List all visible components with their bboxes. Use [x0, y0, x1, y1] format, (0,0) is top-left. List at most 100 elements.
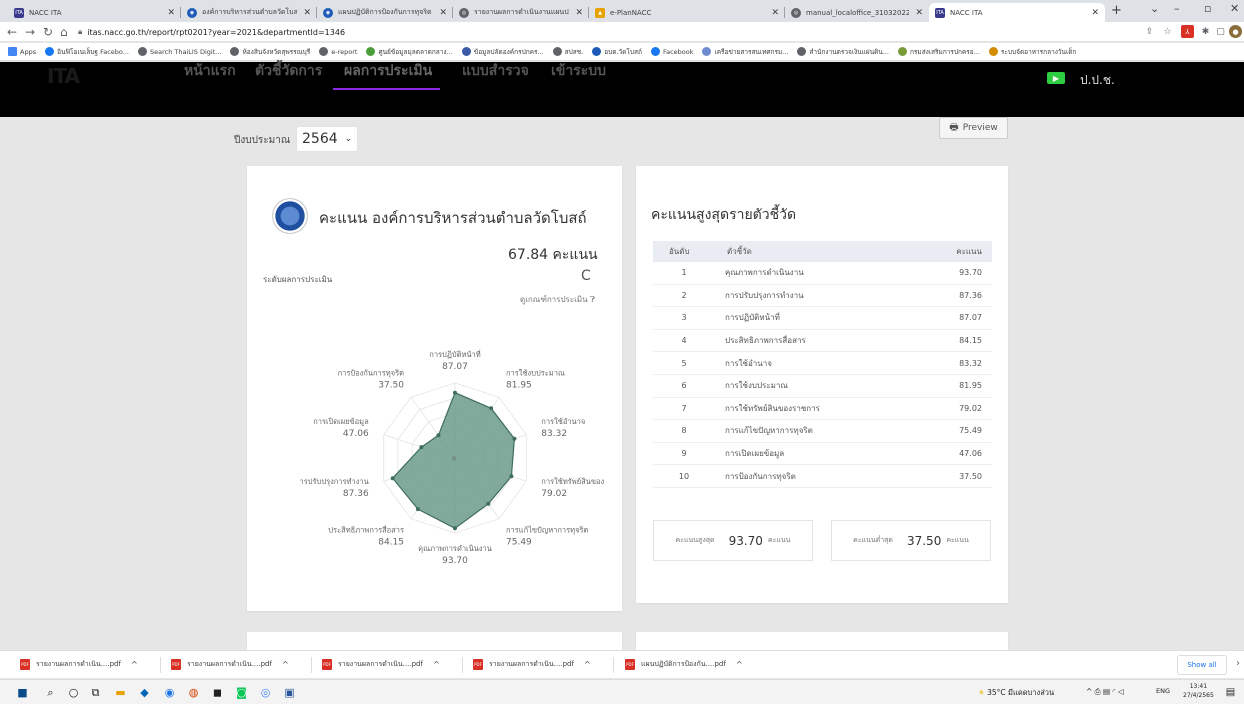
download-item[interactable]: PDF รายงานผลการดำเนิน....pdf ^ — [322, 659, 440, 670]
bookmark-item[interactable]: ระบบจัดอาหารกลางวันเด็ก — [988, 47, 1076, 57]
edge-icon[interactable]: ◉ — [162, 685, 177, 700]
language-indicator[interactable]: ENG — [1156, 687, 1170, 695]
site-logo[interactable]: ITA — [47, 64, 80, 88]
close-tab-icon[interactable]: ✕ — [303, 8, 311, 18]
forward-icon[interactable]: → — [25, 24, 35, 40]
tray-icons[interactable]: ^ ⎙ ▤ ◜ ◁ — [1086, 687, 1124, 697]
bookmark-favicon-icon — [137, 47, 147, 56]
search-icon[interactable]: ⌕ — [43, 685, 58, 700]
site-favicon-icon: ◉ — [323, 7, 333, 18]
bookmark-label: Search ThaiLIS Digit... — [149, 47, 222, 56]
store-icon[interactable]: ◆ — [137, 685, 152, 700]
weather-widget[interactable]: ☀ 35°C มีแดดบางส่วน — [978, 687, 1054, 699]
radar-value-label: 79.02 — [541, 489, 567, 499]
radar-value-label: 93.70 — [442, 556, 468, 566]
chevron-up-icon[interactable]: ^ — [131, 660, 138, 669]
close-tab-icon[interactable]: ✕ — [439, 8, 447, 18]
download-item[interactable]: PDF แผนปฏิบัติการป้องกัน....pdf ^ — [625, 659, 743, 670]
minimize-icon[interactable]: – — [1174, 2, 1180, 15]
bookmark-item[interactable]: กรมส่งเสริมการปกครอ... — [898, 47, 980, 57]
cell-score: 79.02 — [959, 403, 982, 413]
bookmark-star-icon[interactable]: ☆ — [1161, 25, 1174, 38]
browser-tab[interactable]: ◉ องค์การบริหารส่วนตำบลวัดโบสถ์ อ.ขว... … — [181, 3, 317, 22]
tab-search-icon[interactable]: ⌄ — [1150, 2, 1159, 15]
close-tab-icon[interactable]: ✕ — [575, 8, 583, 18]
browser-tab-active[interactable]: ITA NACC ITA ✕ — [929, 3, 1105, 22]
office-icon[interactable]: ◍ — [186, 685, 201, 700]
bookmark-item[interactable]: Apps — [8, 47, 36, 56]
address-bar[interactable]: 🔒︎ itas.nacc.go.th/report/rpt0201?year=2… — [78, 24, 1198, 40]
download-filename: แผนปฏิบัติการป้องกัน....pdf — [641, 660, 726, 668]
pdf-extension-icon[interactable]: ⅄ — [1181, 25, 1194, 38]
criteria-link[interactable]: ดูเกณฑ์การประเมิน ❓︎ — [520, 293, 595, 306]
bookmark-item[interactable]: ข้อมูลปลัดองค์กรปกคร... — [461, 47, 544, 57]
bookmark-favicon-icon — [319, 47, 329, 56]
nav-login[interactable]: เข้าระบบ — [551, 60, 606, 82]
side-panel-icon[interactable]: ▢ — [1214, 25, 1227, 38]
bookmark-favicon-icon — [230, 47, 240, 56]
browser-tab[interactable]: ITA NACC ITA ✕ — [8, 3, 181, 22]
clock[interactable]: 13:41 27/4/2565 — [1183, 682, 1214, 700]
preview-button[interactable]: 🖶 Preview — [939, 117, 1008, 139]
close-tab-icon[interactable]: ✕ — [167, 8, 175, 18]
pdf-file-icon: PDF — [625, 659, 635, 670]
show-all-downloads-button[interactable]: Show all — [1177, 655, 1227, 675]
share-icon[interactable]: ⇪ — [1143, 25, 1156, 38]
bookmark-item[interactable]: อบต.วัดโบสถ์ — [592, 47, 642, 57]
browser-tab[interactable]: ◎ รายงานผลการดำเนินงานแผนปฏิบัติ ปี 65 ร… — [453, 3, 589, 22]
extensions-icon[interactable]: ✱ — [1199, 25, 1212, 38]
radar-value-label: 75.49 — [506, 538, 532, 548]
chevron-up-icon[interactable]: ^ — [282, 660, 289, 669]
bookmark-item[interactable]: สำนักงานตรวจเงินแผ่นดิน... — [797, 47, 889, 57]
new-tab-icon[interactable]: + — [1111, 3, 1122, 18]
nav-survey[interactable]: แบบสำรวจ — [462, 60, 529, 82]
chrome-icon[interactable]: ◎ — [258, 685, 273, 700]
task-view-icon[interactable]: ⧉ — [88, 685, 103, 700]
file-explorer-icon[interactable]: ▬ — [113, 685, 128, 700]
notification-icon[interactable]: ▤ — [1223, 685, 1238, 700]
bookmark-item[interactable]: ศูนย์ข้อมูลมุลตลาดกลาง... — [366, 47, 453, 57]
close-tab-icon[interactable]: ✕ — [915, 8, 923, 18]
close-shelf-icon[interactable]: › — [1236, 658, 1240, 669]
chevron-up-icon[interactable]: ^ — [736, 660, 743, 669]
cell-score: 87.07 — [959, 313, 982, 323]
bookmark-item[interactable]: สปสช. — [552, 47, 583, 57]
reload-icon[interactable]: ↻ — [43, 24, 53, 40]
bookmark-item[interactable]: Search ThaiLIS Digit... — [137, 47, 222, 56]
browser-tab[interactable]: ◉ แผนปฏิบัติการป้องกันการทุจริต - อเว ✕ — [317, 3, 453, 22]
profile-avatar-icon[interactable]: ● — [1229, 25, 1242, 38]
nav-indicators[interactable]: ตัวชี้วัดการ — [255, 60, 322, 82]
chevron-up-icon[interactable]: ^ — [584, 660, 591, 669]
close-tab-icon[interactable]: ✕ — [1091, 8, 1099, 18]
windows-taskbar: ■ ⌕ ○ ⧉ ▬ ◆ ◉ ◍ ◼ ◙ ◎ ▣ ☀ 35°C มีแดดบางส… — [0, 679, 1244, 704]
close-tab-icon[interactable]: ✕ — [771, 8, 779, 18]
line-app-icon[interactable]: ◙ — [234, 685, 249, 700]
ppc-label[interactable]: ป.ป.ช. — [1080, 71, 1115, 90]
download-item[interactable]: PDF รายงานผลการดำเนิน....pdf ^ — [20, 659, 138, 670]
bookmark-item[interactable]: e-report — [319, 47, 357, 56]
line-icon[interactable]: ▶ — [1047, 72, 1065, 84]
nav-home[interactable]: หน้าแรก — [184, 60, 236, 82]
adobe-icon[interactable]: ◼ — [210, 685, 225, 700]
chevron-up-icon[interactable]: ^ — [433, 660, 440, 669]
word-icon[interactable]: ▣ — [282, 685, 297, 700]
browser-tab[interactable]: ◎ manual_localoffice_31032022.pd ✕ — [785, 3, 929, 22]
download-item[interactable]: PDF รายงานผลการดำเนิน....pdf ^ — [473, 659, 591, 670]
fiscal-year-select[interactable]: 2564 ⌄ — [296, 126, 358, 152]
home-icon[interactable]: ⌂ — [60, 24, 68, 40]
browser-tab[interactable]: ▲ e-PlanNACC ✕ — [589, 3, 785, 22]
nav-results[interactable]: ผลการประเมิน — [344, 60, 432, 82]
download-item[interactable]: PDF รายงานผลการดำเนิน....pdf ^ — [171, 659, 289, 670]
bookmark-item[interactable]: เครือข่ายสารสนเทศกรม... — [702, 47, 788, 57]
bookmark-item[interactable]: อินฟิโอเนเล็บฐ Facebo... — [45, 47, 129, 57]
bookmark-label: ห้องสินจังหวัดสุพรรณบุรี — [242, 47, 311, 56]
cell-score: 37.50 — [959, 471, 982, 481]
bookmark-item[interactable]: Facebook — [650, 47, 693, 56]
bookmark-item[interactable]: ห้องสินจังหวัดสุพรรณบุรี — [230, 47, 310, 57]
back-icon[interactable]: ← — [7, 24, 17, 40]
radar-value-label: 47.06 — [343, 429, 369, 439]
cortana-icon[interactable]: ○ — [66, 685, 81, 700]
close-window-icon[interactable]: ✕ — [1230, 2, 1239, 15]
restore-icon[interactable]: ▫ — [1204, 2, 1211, 15]
windows-start-icon[interactable]: ■ — [15, 685, 30, 700]
